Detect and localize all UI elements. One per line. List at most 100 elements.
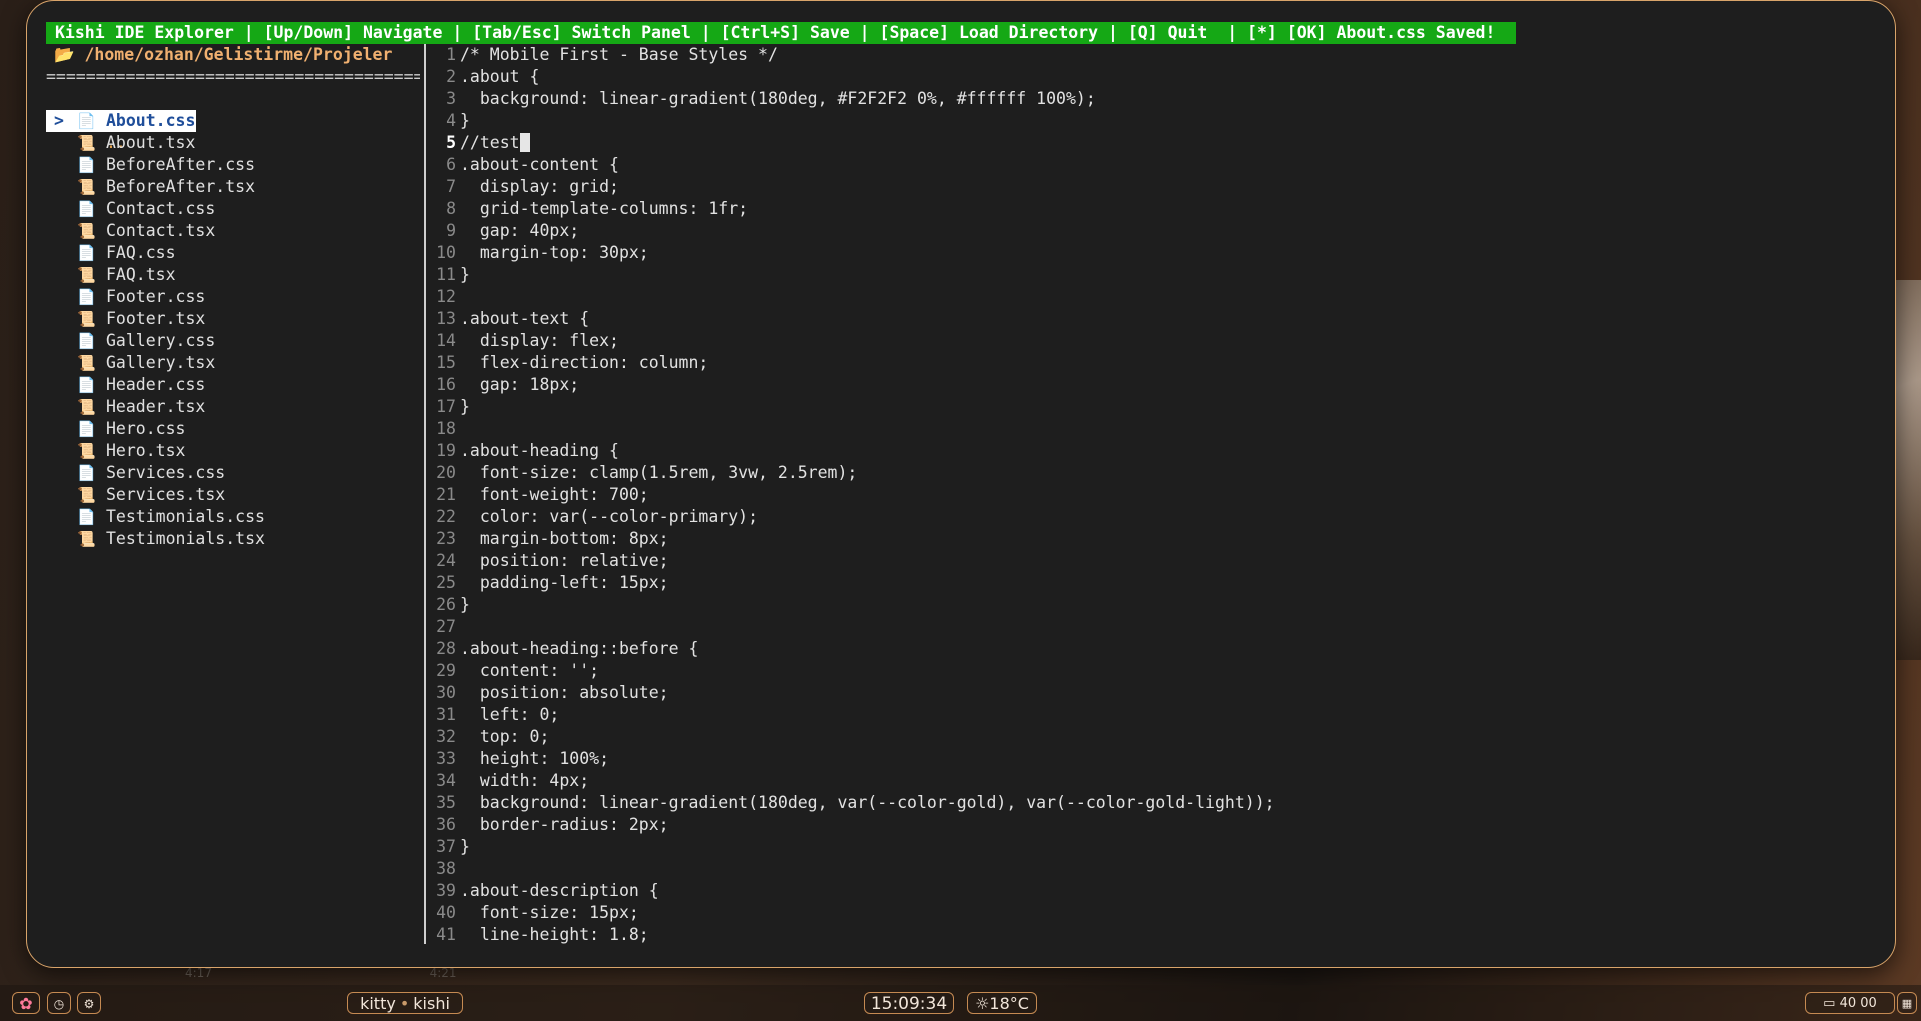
- code-text[interactable]: border-radius: 2px;: [460, 814, 669, 836]
- code-line[interactable]: 41 line-height: 1.8;: [430, 924, 1880, 946]
- code-text[interactable]: }: [460, 836, 470, 858]
- code-line[interactable]: 15 flex-direction: column;: [430, 352, 1880, 374]
- code-text[interactable]: }: [460, 110, 470, 132]
- code-line[interactable]: 11}: [430, 264, 1880, 286]
- weather-widget[interactable]: ☼18°C: [967, 992, 1037, 1014]
- code-text[interactable]: display: grid;: [460, 176, 619, 198]
- code-line[interactable]: 20 font-size: clamp(1.5rem, 3vw, 2.5rem)…: [430, 462, 1880, 484]
- file-item[interactable]: 📜 About.tsx: [46, 132, 420, 154]
- code-text[interactable]: .about {: [460, 66, 539, 88]
- calendar-icon[interactable]: ▦: [1897, 992, 1917, 1014]
- code-text[interactable]: /* Mobile First - Base Styles */: [460, 44, 778, 66]
- code-line[interactable]: 12: [430, 286, 1880, 308]
- code-line[interactable]: 1/* Mobile First - Base Styles */: [430, 44, 1880, 66]
- code-line[interactable]: 4}: [430, 110, 1880, 132]
- code-text[interactable]: font-size: 15px;: [460, 902, 639, 924]
- file-item[interactable]: 📜 BeforeAfter.tsx: [46, 176, 420, 198]
- code-line[interactable]: 37}: [430, 836, 1880, 858]
- file-item[interactable]: 📄 Testimonials.css: [46, 506, 420, 528]
- file-item[interactable]: 📜 Testimonials.tsx: [46, 528, 420, 550]
- code-text[interactable]: .about-heading::before {: [460, 638, 698, 660]
- code-text[interactable]: }: [460, 396, 470, 418]
- code-line[interactable]: 40 font-size: 15px;: [430, 902, 1880, 924]
- file-item[interactable]: 📜 Services.tsx: [46, 484, 420, 506]
- file-list[interactable]: 🔙 .. > 📄 About.css 📜 About.tsx 📄 BeforeAfter.c…: [46, 88, 420, 550]
- code-text[interactable]: position: absolute;: [460, 682, 669, 704]
- file-item[interactable]: 📄 BeforeAfter.css: [46, 154, 420, 176]
- code-line[interactable]: 30 position: absolute;: [430, 682, 1880, 704]
- file-item[interactable]: 📄 Services.css: [46, 462, 420, 484]
- terminal-window[interactable]: Kishi IDE Explorer | [Up/Down] Navigate …: [26, 0, 1896, 968]
- code-line[interactable]: 6 .about-content {: [430, 154, 1880, 176]
- code-line[interactable]: 32 top: 0;: [430, 726, 1880, 748]
- code-text[interactable]: height: 100%;: [460, 748, 609, 770]
- code-line[interactable]: 29 content: '';: [430, 660, 1880, 682]
- code-text[interactable]: .about-text {: [460, 308, 589, 330]
- code-line[interactable]: 23 margin-bottom: 8px;: [430, 528, 1880, 550]
- code-text[interactable]: position: relative;: [460, 550, 669, 572]
- code-text[interactable]: background: linear-gradient(180deg, #F2F…: [460, 88, 1096, 110]
- code-text[interactable]: top: 0;: [460, 726, 550, 748]
- code-text[interactable]: font-size: clamp(1.5rem, 3vw, 2.5rem);: [460, 462, 858, 484]
- code-line[interactable]: 33 height: 100%;: [430, 748, 1880, 770]
- code-line[interactable]: 36 border-radius: 2px;: [430, 814, 1880, 836]
- code-line[interactable]: 7 display: grid;: [430, 176, 1880, 198]
- code-text[interactable]: gap: 18px;: [460, 374, 579, 396]
- file-item[interactable]: 📄 Footer.css: [46, 286, 420, 308]
- code-line[interactable]: 34 width: 4px;: [430, 770, 1880, 792]
- code-text[interactable]: font-weight: 700;: [460, 484, 649, 506]
- code-text[interactable]: .about-heading {: [460, 440, 619, 462]
- code-line[interactable]: 10 margin-top: 30px;: [430, 242, 1880, 264]
- code-text[interactable]: }: [460, 264, 470, 286]
- code-line[interactable]: 39 .about-description {: [430, 880, 1880, 902]
- code-line[interactable]: 38: [430, 858, 1880, 880]
- code-text[interactable]: margin-top: 30px;: [460, 242, 649, 264]
- code-text[interactable]: padding-left: 15px;: [460, 572, 669, 594]
- file-item[interactable]: 📜 Contact.tsx: [46, 220, 420, 242]
- code-text[interactable]: width: 4px;: [460, 770, 589, 792]
- code-text[interactable]: color: var(--color-primary);: [460, 506, 758, 528]
- code-text[interactable]: display: flex;: [460, 330, 619, 352]
- code-line[interactable]: 14 display: flex;: [430, 330, 1880, 352]
- code-line[interactable]: 17}: [430, 396, 1880, 418]
- code-line[interactable]: 5//test: [430, 132, 1880, 154]
- code-line[interactable]: 35 background: linear-gradient(180deg, v…: [430, 792, 1880, 814]
- code-line[interactable]: 19 .about-heading {: [430, 440, 1880, 462]
- code-line[interactable]: 24 position: relative;: [430, 550, 1880, 572]
- code-line[interactable]: 25 padding-left: 15px;: [430, 572, 1880, 594]
- code-line[interactable]: 26}: [430, 594, 1880, 616]
- code-text[interactable]: .about-description {: [460, 880, 659, 902]
- code-text[interactable]: grid-template-columns: 1fr;: [460, 198, 748, 220]
- code-text[interactable]: background: linear-gradient(180deg, var(…: [460, 792, 1275, 814]
- code-editor-panel[interactable]: 1/* Mobile First - Base Styles */2 .about…: [430, 44, 1880, 952]
- code-line[interactable]: 31 left: 0;: [430, 704, 1880, 726]
- taskbar-task-kitty[interactable]: kitty • kishi: [347, 992, 463, 1014]
- code-text[interactable]: margin-bottom: 8px;: [460, 528, 669, 550]
- code-line[interactable]: 22 color: var(--color-primary);: [430, 506, 1880, 528]
- file-item[interactable]: 📜 Hero.tsx: [46, 440, 420, 462]
- file-item[interactable]: 📄 FAQ.css: [46, 242, 420, 264]
- file-item[interactable]: 📜 Footer.tsx: [46, 308, 420, 330]
- code-line[interactable]: 16 gap: 18px;: [430, 374, 1880, 396]
- code-text[interactable]: left: 0;: [460, 704, 559, 726]
- code-text[interactable]: line-height: 1.8;: [460, 924, 649, 946]
- file-item[interactable]: 📜 FAQ.tsx: [46, 264, 420, 286]
- file-item[interactable]: 📄 Gallery.css: [46, 330, 420, 352]
- file-item[interactable]: 📄 Hero.css: [46, 418, 420, 440]
- file-item[interactable]: 📜 Header.tsx: [46, 396, 420, 418]
- code-line[interactable]: 3 background: linear-gradient(180deg, #F…: [430, 88, 1880, 110]
- file-item[interactable]: 📜 Gallery.tsx: [46, 352, 420, 374]
- system-tray[interactable]: ▭ 40 00: [1805, 992, 1895, 1014]
- code-text[interactable]: content: '';: [460, 660, 599, 682]
- code-line[interactable]: 18: [430, 418, 1880, 440]
- file-item[interactable]: > 📄 About.css: [46, 110, 420, 132]
- code-text[interactable]: flex-direction: column;: [460, 352, 709, 374]
- settings-icon[interactable]: ⚙: [77, 992, 101, 1014]
- parent-directory-item[interactable]: 🔙 ..: [46, 88, 420, 152]
- code-text[interactable]: gap: 40px;: [460, 220, 579, 242]
- file-item[interactable]: 📄 Contact.css: [46, 198, 420, 220]
- code-text[interactable]: }: [460, 594, 470, 616]
- code-line[interactable]: 27: [430, 616, 1880, 638]
- timer-icon[interactable]: ◷: [47, 992, 71, 1014]
- code-line[interactable]: 2 .about {: [430, 66, 1880, 88]
